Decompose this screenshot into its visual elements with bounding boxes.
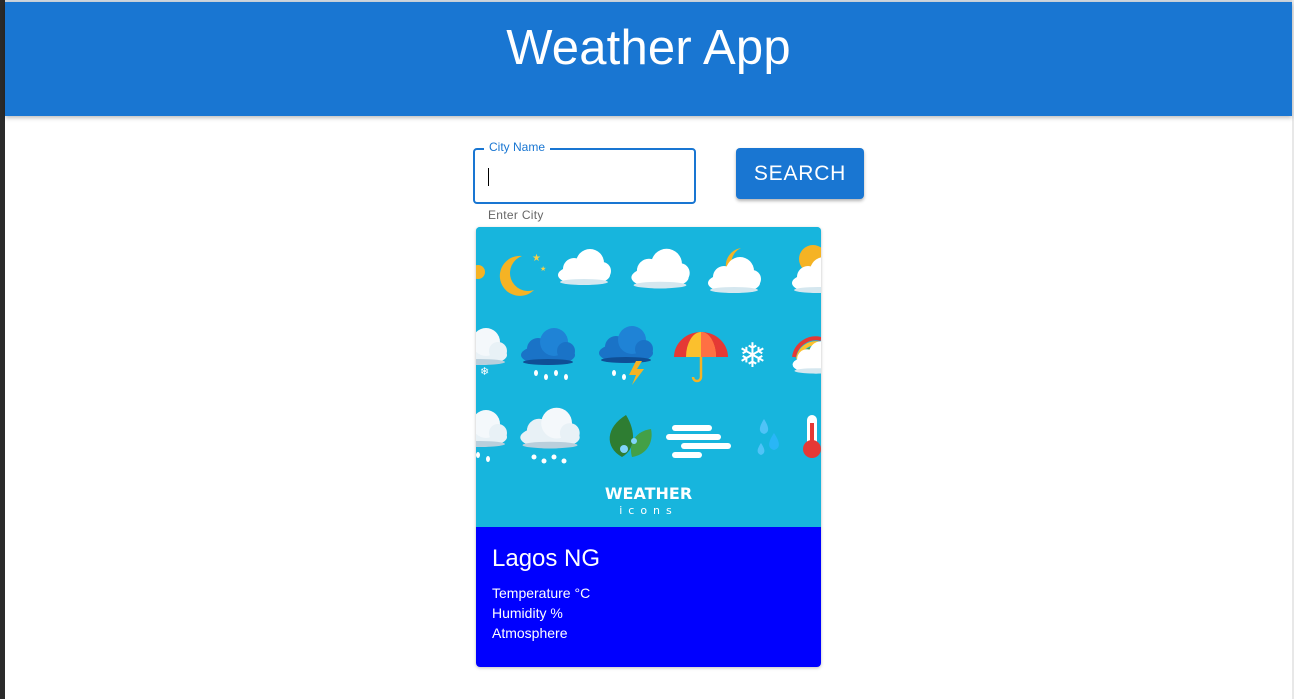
snowflake-icon: ❄ bbox=[738, 336, 767, 376]
atmosphere-text: Atmosphere bbox=[492, 625, 568, 641]
weather-icons-image: ★ ★ ❄ ❄ WEATHER icons bbox=[476, 227, 821, 527]
weather-card-content: Lagos NG Temperature °C Humidity % Atmos… bbox=[476, 527, 821, 667]
image-subtitle: icons bbox=[619, 504, 678, 517]
app-bar: Weather App bbox=[5, 2, 1292, 116]
city-title: Lagos NG bbox=[492, 545, 601, 572]
city-name-label: City Name bbox=[484, 139, 551, 155]
text-caret bbox=[488, 168, 489, 186]
city-name-field[interactable]: City Name bbox=[473, 139, 696, 204]
svg-text:★: ★ bbox=[540, 265, 546, 273]
svg-text:❄: ❄ bbox=[480, 365, 489, 378]
search-button[interactable]: SEARCH bbox=[736, 148, 864, 199]
page-title: Weather App bbox=[506, 21, 791, 75]
svg-text:★: ★ bbox=[532, 253, 541, 264]
svg-text:❄: ❄ bbox=[738, 336, 767, 376]
temperature-text: Temperature °C bbox=[492, 585, 591, 601]
city-name-input[interactable] bbox=[487, 164, 682, 188]
image-title: WEATHER bbox=[605, 484, 692, 503]
weather-card: ★ ★ ❄ ❄ WEATHER icons Lagos NG Temperatu… bbox=[476, 227, 821, 667]
weather-icons-illustration: ★ ★ ❄ ❄ WEATHER icons bbox=[476, 227, 821, 527]
city-helper-text: Enter City bbox=[488, 208, 544, 222]
humidity-text: Humidity % bbox=[492, 605, 563, 621]
